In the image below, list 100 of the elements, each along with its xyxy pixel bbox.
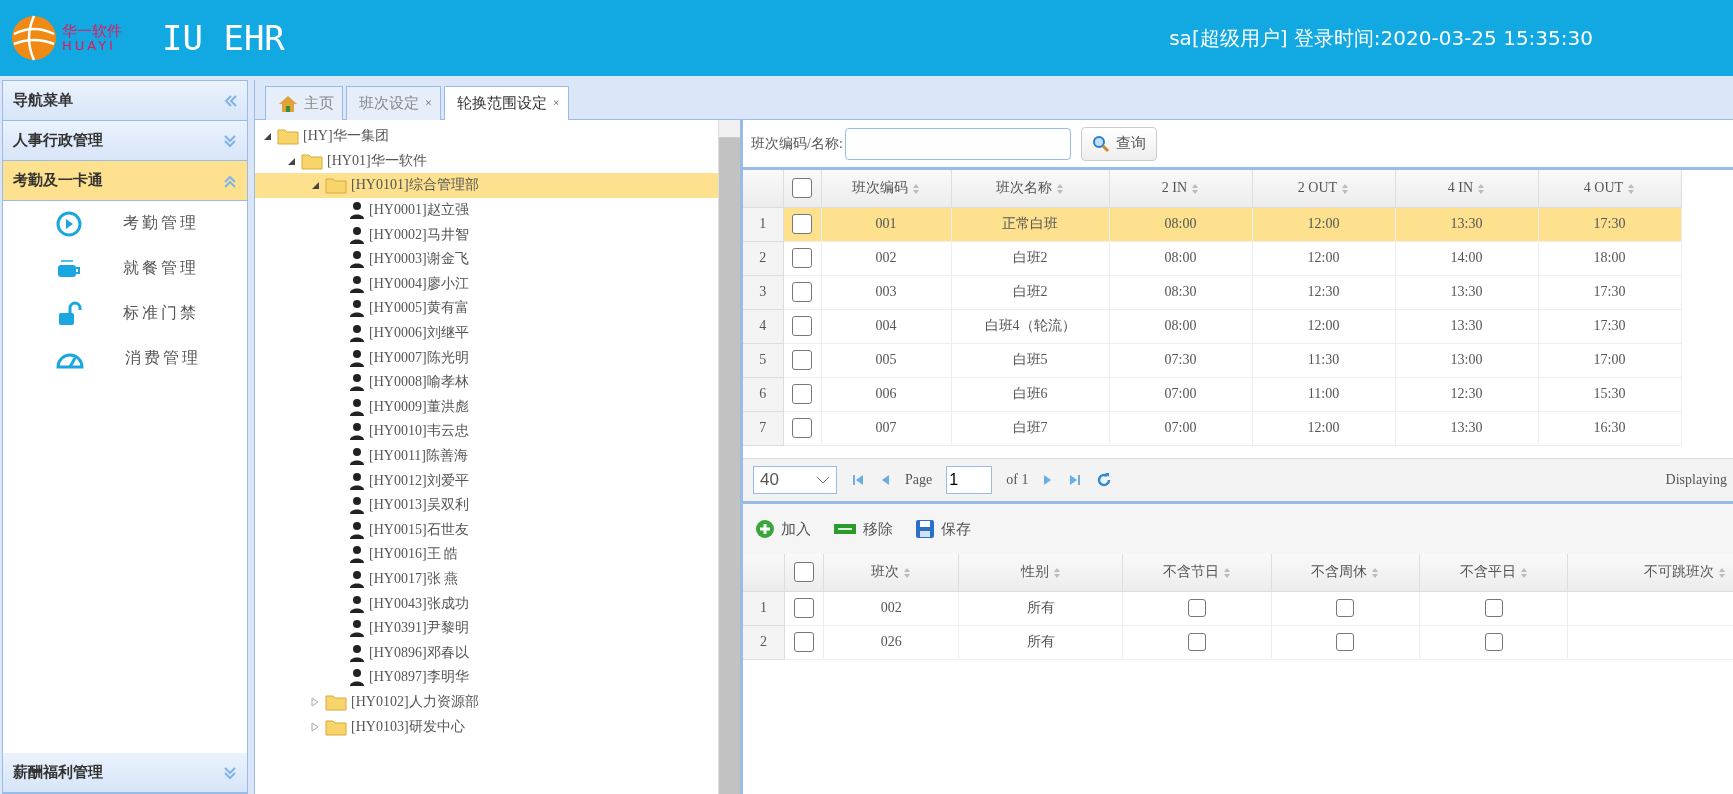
table-cell: 07:30 xyxy=(1109,343,1252,377)
tree-node[interactable]: [HY01]华一软件 xyxy=(255,148,718,174)
tree-node[interactable]: [HY0007]陈光明 xyxy=(255,345,718,370)
sort-icon xyxy=(1477,183,1486,196)
tree-node[interactable]: [HY0005]黄有富 xyxy=(255,296,718,321)
tree-node[interactable]: [HY0004]廖小江 xyxy=(255,271,718,297)
row-checkbox[interactable] xyxy=(792,418,812,438)
checkbox[interactable] xyxy=(1187,599,1206,617)
menu-item[interactable]: 就餐管理 xyxy=(3,246,247,291)
column-header[interactable]: 4 IN xyxy=(1395,170,1538,207)
checkbox[interactable] xyxy=(1484,599,1503,617)
tree-node[interactable]: [HY0016]王 皓 xyxy=(255,542,718,567)
tree-node[interactable]: [HY0102]人力资源部 xyxy=(255,689,718,715)
tree-node[interactable]: [HY]华一集团 xyxy=(255,124,718,149)
row-number: 1 xyxy=(743,591,785,625)
tree-node[interactable]: [HY0003]谢金飞 xyxy=(255,246,718,272)
menu-item[interactable]: 消费管理 xyxy=(3,336,247,381)
tree-node[interactable]: [HY0001]赵立强 xyxy=(255,197,718,223)
person-icon xyxy=(349,373,365,392)
folder-icon xyxy=(325,176,347,195)
menu-group-header[interactable]: 薪酬福利管理 xyxy=(3,753,247,793)
tree-node[interactable]: [HY0017]张 燕 xyxy=(255,566,718,592)
table-cell: 13:30 xyxy=(1395,411,1538,445)
tree-node[interactable]: [HY0011]陈善海 xyxy=(255,443,718,469)
tree-node[interactable]: [HY0008]喻孝林 xyxy=(255,369,718,395)
row-checkbox[interactable] xyxy=(792,248,812,268)
page-size-select[interactable]: 40 xyxy=(753,466,837,494)
table-cell: 白班2 xyxy=(951,241,1109,275)
checkbox[interactable] xyxy=(1187,633,1206,651)
refresh-icon[interactable] xyxy=(1096,472,1113,488)
row-checkbox[interactable] xyxy=(794,598,815,618)
tree-node[interactable]: [HY0002]马井智 xyxy=(255,222,718,247)
table-cell: 026 xyxy=(823,625,959,659)
tree-node[interactable]: [HY0043]张成功 xyxy=(255,591,718,616)
tree-node[interactable]: [HY0006]刘继平 xyxy=(255,320,718,346)
toolbar-button[interactable]: 移除 xyxy=(829,517,897,541)
menu-item[interactable]: 标准门禁 xyxy=(3,291,247,336)
sort-icon xyxy=(1718,567,1727,580)
column-header[interactable]: 班次 xyxy=(823,554,959,591)
column-header[interactable]: 班次名称 xyxy=(951,170,1109,207)
sort-icon xyxy=(1052,567,1061,580)
tree-node[interactable]: [HY0391]尹黎明 xyxy=(255,615,718,641)
menu-group-header[interactable]: 考勤及一卡通 xyxy=(3,161,247,201)
tree-node[interactable]: [HY0009]董洪彪 xyxy=(255,394,718,420)
row-checkbox[interactable] xyxy=(792,214,812,234)
row-number: 3 xyxy=(743,275,783,309)
close-icon[interactable]: × xyxy=(425,96,432,111)
menu-group-header[interactable]: 人事行政管理 xyxy=(3,121,247,161)
table-cell: 12:30 xyxy=(1252,275,1395,309)
column-header[interactable]: 4 OUT xyxy=(1538,170,1681,207)
column-header[interactable]: 性别 xyxy=(958,554,1123,591)
tree-node[interactable]: [HY0012]刘爱平 xyxy=(255,468,718,493)
column-header[interactable]: 2 OUT xyxy=(1252,170,1395,207)
plus-icon xyxy=(755,519,775,539)
checkbox[interactable] xyxy=(1484,633,1503,651)
sort-icon xyxy=(1519,567,1528,580)
person-icon xyxy=(349,250,365,269)
sort-icon xyxy=(1222,567,1231,580)
table-cell: 12:00 xyxy=(1252,309,1395,343)
tree-node[interactable]: [HY0101]综合管理部 xyxy=(255,173,718,198)
select-all-checkbox[interactable] xyxy=(794,562,815,583)
person-icon xyxy=(349,397,365,416)
minus-icon xyxy=(833,522,857,536)
row-checkbox[interactable] xyxy=(792,282,812,302)
toolbar-button[interactable]: 加入 xyxy=(751,517,815,541)
column-header[interactable]: 不含节日 xyxy=(1122,554,1272,591)
checkbox[interactable] xyxy=(1336,633,1355,651)
tree-node[interactable]: [HY0896]邓春以 xyxy=(255,640,718,666)
tree-node[interactable]: [HY0015]石世友 xyxy=(255,517,718,543)
tab[interactable]: 班次设定 × xyxy=(346,86,441,120)
menu-item[interactable]: 考勤管理 xyxy=(3,201,247,246)
tree-node[interactable]: [HY0013]吴双利 xyxy=(255,492,718,518)
person-icon xyxy=(349,422,365,441)
person-icon xyxy=(349,668,365,687)
search-field[interactable] xyxy=(844,127,1071,160)
tab[interactable]: 轮换范围设定 × xyxy=(443,86,569,120)
toolbar-button[interactable]: 保存 xyxy=(911,517,975,541)
row-checkbox[interactable] xyxy=(792,316,812,336)
search-button[interactable]: 查询 xyxy=(1080,126,1157,161)
close-icon[interactable]: × xyxy=(552,96,560,111)
tree-node[interactable]: [HY0103]研发中心 xyxy=(255,714,718,739)
tree-node[interactable]: [HY0010]韦云忠 xyxy=(255,419,718,444)
column-header[interactable]: 2 IN xyxy=(1109,170,1252,207)
search-label: 班次编码/名称: xyxy=(751,134,843,153)
tree-node[interactable]: [HY0897]李明华 xyxy=(255,665,718,690)
row-checkbox[interactable] xyxy=(794,632,815,652)
row-checkbox[interactable] xyxy=(792,350,812,370)
person-icon xyxy=(349,274,365,293)
column-header[interactable]: 不含平日 xyxy=(1419,554,1568,591)
column-header[interactable]: 班次编码 xyxy=(821,170,951,207)
select-all-checkbox[interactable] xyxy=(792,178,812,199)
column-header[interactable]: 不含周休 xyxy=(1271,554,1420,591)
checkbox[interactable] xyxy=(1336,599,1355,617)
scrollbar[interactable] xyxy=(718,120,740,794)
table-cell: 13:00 xyxy=(1395,343,1538,377)
person-icon xyxy=(349,643,365,662)
page-number-field[interactable]: 1 xyxy=(946,466,993,494)
column-header[interactable]: 不可跳班次 xyxy=(1567,554,1733,591)
row-checkbox[interactable] xyxy=(792,384,812,404)
sort-icon xyxy=(1191,183,1200,196)
